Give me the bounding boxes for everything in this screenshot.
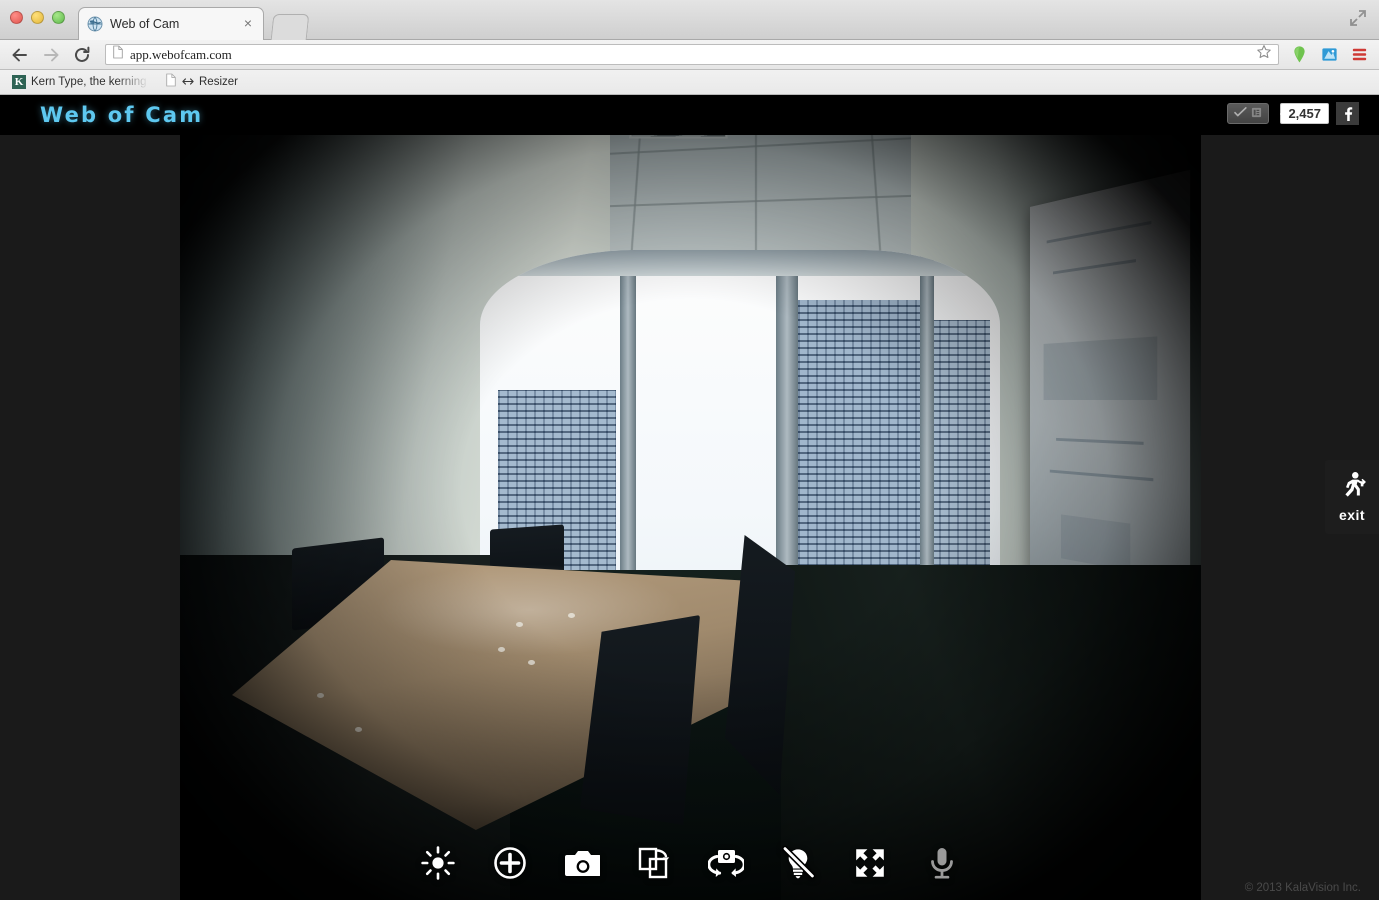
table-debris (355, 727, 362, 732)
bookmark-kern-type[interactable]: K Kern Type, the kerning game (7, 74, 154, 90)
url-text: app.webofcam.com (130, 46, 232, 62)
location-pin-icon[interactable] (1290, 45, 1309, 64)
copyright-text: © 2013 KalaVision Inc. (1244, 882, 1361, 894)
minimize-window-button[interactable] (31, 11, 44, 24)
globe-icon (87, 16, 103, 32)
facebook-like-glyph (1251, 105, 1262, 123)
webofcam-app: Web of Cam 2,457 exit © 2013 KalaVision … (0, 95, 1379, 900)
fullscreen-arrows-icon (853, 846, 887, 885)
back-icon[interactable] (10, 45, 30, 65)
wall-poster (1029, 169, 1191, 631)
facebook-like-count: 2,457 (1280, 103, 1329, 124)
maximize-window-button[interactable] (52, 11, 65, 24)
sun-brightness-icon (420, 845, 455, 885)
table-debris (516, 622, 523, 627)
camera-icon (564, 848, 601, 883)
facebook-share-button[interactable] (1336, 102, 1359, 125)
facebook-like-icon (1234, 105, 1248, 123)
star-icon[interactable] (1256, 44, 1272, 65)
camera-controls-bar (0, 835, 1379, 895)
window-traffic-lights (10, 11, 65, 24)
fullscreen-button[interactable] (847, 842, 893, 888)
kern-type-icon: K (12, 75, 26, 89)
table-debris (528, 660, 535, 665)
window-frame-top (480, 250, 1000, 276)
flip-image-button[interactable] (631, 842, 677, 888)
facebook-like-button[interactable] (1227, 103, 1270, 124)
ceiling-air-vent (629, 135, 728, 139)
exit-button[interactable]: exit (1325, 460, 1379, 534)
page-icon (112, 45, 124, 64)
resizer-icon (165, 73, 177, 92)
tab-title: Web of Cam (110, 17, 180, 31)
microphone-icon (927, 846, 957, 885)
camera-rotate-icon (706, 847, 746, 884)
microphone-button[interactable] (919, 842, 965, 888)
table-debris (498, 647, 505, 652)
browser-tabstrip: Web of Cam × (0, 0, 1379, 40)
brightness-button[interactable] (415, 842, 461, 888)
running-person-exit-icon (1338, 471, 1366, 504)
plus-circle-icon (493, 846, 527, 885)
resizer-arrows-icon (182, 73, 194, 91)
snapshot-button[interactable] (559, 842, 605, 888)
browser-toolbar: app.webofcam.com (0, 40, 1379, 70)
table-debris (317, 693, 324, 698)
lightbulb-off-icon (781, 845, 815, 885)
chrome-menu-icon[interactable] (1350, 45, 1369, 64)
forward-icon[interactable] (41, 45, 61, 65)
exit-label: exit (1338, 507, 1366, 523)
address-bar[interactable]: app.webofcam.com (105, 44, 1279, 65)
bookmark-label: Kern Type, the kerning game (31, 76, 149, 88)
switch-camera-button[interactable] (703, 842, 749, 888)
camera-scene (180, 135, 1201, 900)
flip-pages-icon (637, 846, 671, 885)
bookmark-resizer[interactable]: Resizer (160, 72, 243, 93)
new-tab-button[interactable] (270, 14, 310, 40)
night-mode-button[interactable] (775, 842, 821, 888)
reload-icon[interactable] (72, 45, 92, 65)
app-header: Web of Cam 2,457 (0, 95, 1379, 135)
close-icon[interactable]: × (241, 16, 255, 31)
table-debris (568, 613, 575, 618)
browser-window: Web of Cam × app.webofcam.com K Kern Typ… (0, 0, 1379, 900)
app-logo[interactable]: Web of Cam (40, 103, 203, 127)
zoom-in-button[interactable] (487, 842, 533, 888)
fullscreen-window-icon[interactable] (1349, 9, 1367, 27)
live-video-feed[interactable] (180, 135, 1201, 900)
social-widget: 2,457 (1227, 102, 1359, 125)
close-window-button[interactable] (10, 11, 23, 24)
video-stage: exit © 2013 KalaVision Inc. (0, 135, 1379, 900)
browser-tab[interactable]: Web of Cam × (78, 7, 264, 40)
extension-icon[interactable] (1320, 45, 1339, 64)
bookmarks-bar: K Kern Type, the kerning game Resizer (0, 70, 1379, 95)
bookmark-label: Resizer (199, 76, 238, 88)
